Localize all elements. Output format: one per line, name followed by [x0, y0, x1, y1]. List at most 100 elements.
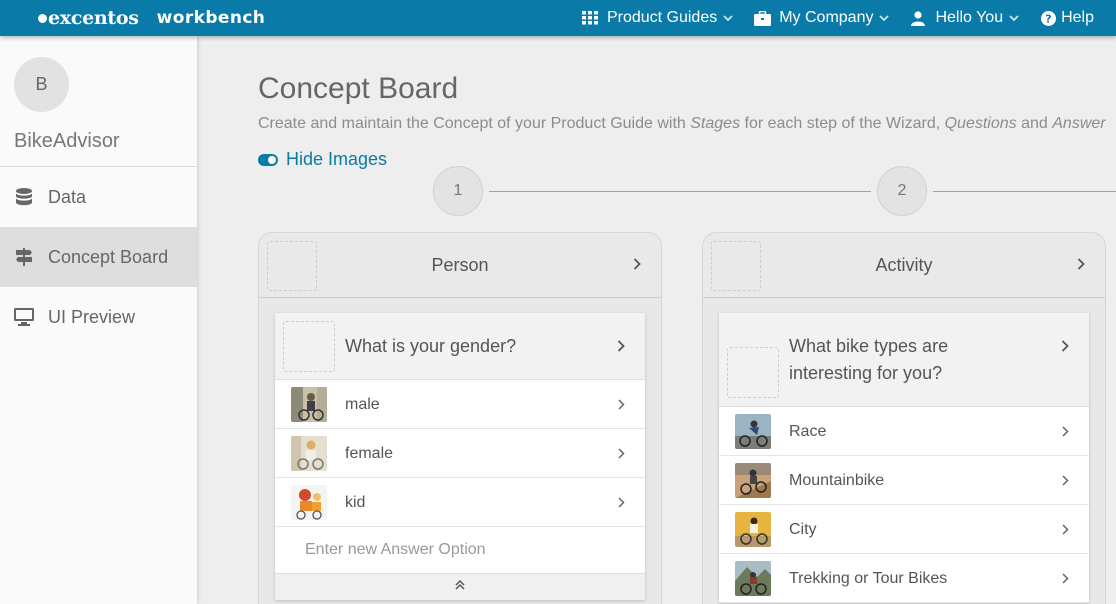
step-connector — [489, 191, 871, 192]
answer-label: female — [345, 444, 394, 462]
question-card: What is your gender? male female kid Ent… — [275, 313, 645, 600]
product-guides-menu[interactable]: Product Guides — [581, 9, 733, 27]
chevron-right-icon — [1059, 339, 1071, 353]
project-avatar[interactable]: B — [14, 57, 69, 112]
answer-option[interactable]: female — [275, 429, 645, 478]
description-emphasis: Questions — [944, 115, 1017, 132]
chevron-right-icon — [1059, 522, 1071, 536]
briefcase-icon — [753, 10, 771, 26]
question-title-line: What bike types are — [789, 336, 949, 356]
top-navigation-bar: excentos workbench Product Guides My Com… — [0, 0, 1116, 36]
new-answer-input[interactable]: Enter new Answer Option — [275, 527, 645, 574]
chevron-right-icon — [1059, 571, 1071, 585]
chevron-right-icon — [1075, 257, 1087, 271]
answer-option[interactable]: male — [275, 380, 645, 429]
answer-image — [735, 561, 771, 596]
question-title-line: interesting for you? — [789, 363, 943, 383]
grid-icon — [581, 10, 599, 26]
hide-images-label: Hide Images — [286, 149, 388, 169]
question-header[interactable]: What is your gender? — [275, 313, 645, 380]
chevron-right-icon — [615, 339, 627, 353]
description-text: and — [1016, 115, 1053, 132]
project-name: BikeAdvisor — [14, 130, 120, 152]
question-card: What bike types are interesting for you?… — [719, 313, 1089, 603]
answer-option[interactable]: City — [719, 505, 1089, 554]
double-chevron-up-icon — [454, 578, 466, 596]
chevron-right-icon — [615, 397, 627, 411]
brand-product-name: workbench — [156, 8, 266, 28]
answer-label: kid — [345, 493, 366, 511]
answer-image — [291, 485, 327, 520]
hide-images-toggle[interactable]: Hide Images — [258, 149, 387, 170]
svg-text:?: ? — [1045, 12, 1051, 25]
step-2-indicator[interactable]: 2 — [877, 166, 927, 216]
answer-option[interactable]: kid — [275, 478, 645, 527]
sidebar-item-ui-preview[interactable]: UI Preview — [0, 287, 197, 347]
brand-logo: excentos — [48, 7, 139, 29]
help-label: Help — [1061, 9, 1094, 26]
step-connector — [933, 191, 1116, 192]
chevron-down-icon — [723, 13, 733, 23]
sidebar-item-concept-board[interactable]: Concept Board — [0, 227, 197, 287]
stage-header[interactable]: Activity — [703, 233, 1105, 298]
toggle-on-icon — [258, 153, 278, 166]
stage-column-person: Person What is your gender? male female … — [258, 232, 662, 604]
step-1-indicator[interactable]: 1 — [433, 166, 483, 216]
user-greeting: Hello You — [935, 9, 1004, 26]
answer-label: Race — [789, 422, 827, 440]
my-company-label: My Company — [779, 9, 874, 26]
page-title: Concept Board — [258, 72, 459, 105]
question-image-placeholder[interactable] — [727, 347, 779, 398]
stage-title: Activity — [875, 255, 933, 275]
stage-column-activity: Activity What bike types are interesting… — [702, 232, 1106, 604]
database-icon — [14, 188, 34, 206]
stage-title: Person — [431, 255, 489, 275]
question-title: What is your gender? — [345, 336, 517, 356]
product-guides-label: Product Guides — [606, 9, 718, 26]
question-circle-icon: ? — [1039, 10, 1057, 26]
signpost-icon — [14, 248, 34, 266]
main-content: Concept Board Create and maintain the Co… — [197, 36, 1116, 604]
description-emphasis: Answer — [1052, 115, 1106, 132]
answer-label: Mountainbike — [789, 471, 885, 489]
chevron-right-icon — [631, 257, 643, 271]
answer-image — [735, 414, 771, 449]
brand[interactable]: excentos workbench — [38, 6, 265, 30]
question-header[interactable]: What bike types are interesting for you? — [719, 313, 1089, 407]
sidebar-item-data[interactable]: Data — [0, 167, 197, 227]
answer-label: City — [789, 520, 817, 538]
sidebar-item-label: Concept Board — [48, 246, 169, 267]
chevron-down-icon — [879, 13, 890, 23]
monitor-icon — [14, 308, 34, 326]
answer-label: male — [345, 395, 380, 413]
description-text: for each step of the Wizard, — [740, 115, 945, 132]
sidebar-item-label: UI Preview — [48, 306, 136, 327]
answer-image — [735, 463, 771, 498]
question-image-placeholder[interactable] — [283, 321, 335, 372]
answer-image — [735, 512, 771, 547]
answer-option[interactable]: Mountainbike — [719, 456, 1089, 505]
description-emphasis: Stages — [690, 115, 741, 132]
stage-header[interactable]: Person — [259, 233, 661, 298]
answer-option[interactable]: Race — [719, 407, 1089, 456]
help-link[interactable]: ? Help — [1039, 9, 1094, 27]
chevron-down-icon — [1009, 13, 1019, 23]
answer-label: Trekking or Tour Bikes — [789, 569, 948, 587]
collapse-button[interactable] — [275, 574, 645, 600]
answer-option[interactable]: Trekking or Tour Bikes — [719, 554, 1089, 603]
user-icon — [909, 10, 927, 26]
description-text: Create and maintain the Concept of your … — [258, 115, 691, 132]
my-company-menu[interactable]: My Company — [753, 9, 890, 27]
page-description: Create and maintain the Concept of your … — [258, 115, 1106, 133]
answer-image — [291, 387, 327, 422]
sidebar: B BikeAdvisor Data Concept Board UI Prev… — [0, 36, 197, 604]
chevron-right-icon — [1059, 424, 1071, 438]
chevron-right-icon — [1059, 473, 1071, 487]
chevron-right-icon — [615, 446, 627, 460]
chevron-right-icon — [615, 495, 627, 509]
sidebar-item-label: Data — [48, 186, 87, 207]
user-menu[interactable]: Hello You — [909, 9, 1019, 27]
answer-image — [291, 436, 327, 471]
logo-mark-icon — [38, 13, 47, 23]
top-nav-menu: Product Guides My Company Hello You ? He… — [561, 0, 1116, 36]
